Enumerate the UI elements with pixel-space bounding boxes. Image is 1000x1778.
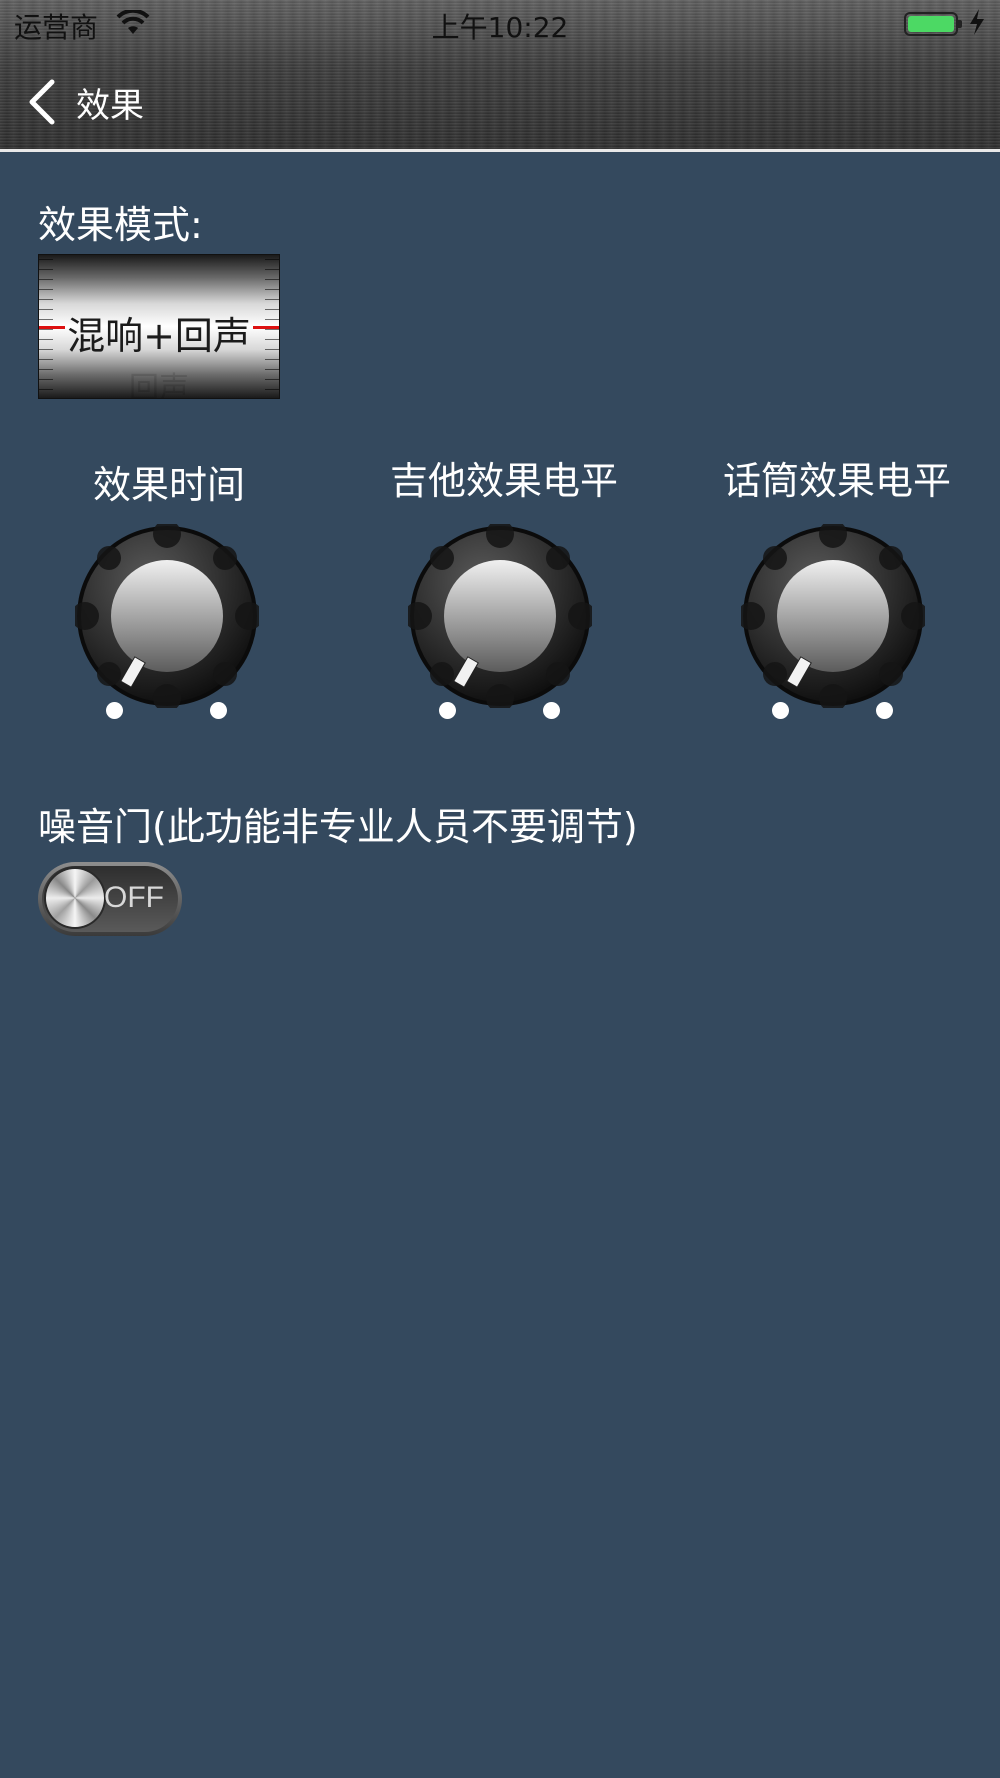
knob-label-guitar-effect-level: 吉他效果电平 bbox=[390, 459, 619, 503]
knob-max-dot bbox=[210, 702, 227, 719]
effect-mode-value: 混响+回声 bbox=[67, 314, 251, 358]
battery-icon bbox=[904, 12, 962, 36]
guitar-effect-level-knob[interactable] bbox=[408, 524, 592, 708]
charging-icon bbox=[970, 9, 984, 35]
effect-time-knob[interactable] bbox=[75, 524, 259, 708]
knob-min-dot bbox=[772, 702, 789, 719]
toggle-thumb bbox=[46, 869, 104, 927]
effect-mode-picker[interactable]: 混响+回声 回声 bbox=[38, 254, 280, 399]
effect-mode-next-option: 回声 bbox=[129, 371, 189, 399]
clock: 上午10:22 bbox=[431, 11, 569, 44]
toggle-state-label: OFF bbox=[104, 881, 164, 914]
page-title: 效果 bbox=[76, 86, 144, 126]
knob-label-mic-effect-level: 话筒效果电平 bbox=[723, 459, 952, 503]
mic-effect-level-knob[interactable] bbox=[741, 524, 925, 708]
knob-min-dot bbox=[439, 702, 456, 719]
header-bar: 运营商 上午10:22 效果 bbox=[0, 0, 1000, 152]
knob-label-effect-time: 效果时间 bbox=[93, 463, 246, 507]
back-chevron-icon[interactable] bbox=[24, 78, 60, 126]
noise-gate-toggle[interactable]: OFF bbox=[38, 862, 182, 936]
effect-mode-label: 效果模式: bbox=[38, 203, 203, 247]
knob-min-dot bbox=[106, 702, 123, 719]
knob-max-dot bbox=[543, 702, 560, 719]
noise-gate-label: 噪音门(此功能非专业人员不要调节) bbox=[38, 805, 638, 849]
knob-max-dot bbox=[876, 702, 893, 719]
